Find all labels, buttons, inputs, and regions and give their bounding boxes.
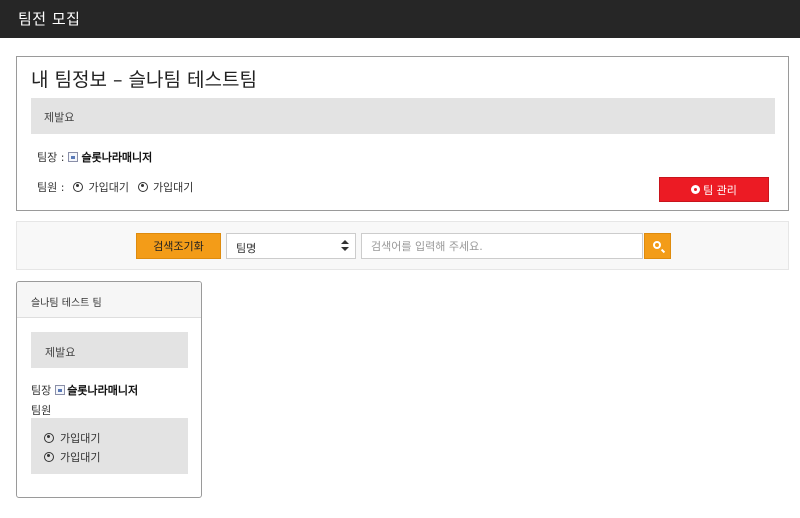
my-team-message: 제발요 <box>44 111 75 124</box>
leader-label: 팀장 : <box>37 151 65 164</box>
team-card-message-box: 제발요 <box>31 332 188 368</box>
team-card-members-box: 가입대기 가입대기 <box>31 418 188 474</box>
leader-image-icon <box>55 385 66 395</box>
leader-name[interactable]: 슬롯나라매니저 <box>81 149 152 165</box>
search-reset-button[interactable]: 검색조기화 <box>136 233 221 259</box>
team-card-leader-label: 팀장 <box>31 384 52 397</box>
leader-image-icon <box>68 152 79 162</box>
search-input[interactable] <box>361 233 643 259</box>
team-manage-label: 팀 관리 <box>703 183 737 197</box>
team-card-header: 슬나팀 테스트 팀 <box>17 282 201 318</box>
my-team-members-row: 팀원 : 가입대기 가입대기 <box>37 179 193 195</box>
member-status: 가입대기 <box>88 181 129 194</box>
search-type-select[interactable]: 팀명 <box>226 233 356 259</box>
team-card-members-label: 팀원 <box>31 404 52 417</box>
user-icon <box>44 452 54 462</box>
my-team-title: 내 팀정보 – 슬나팀 테스트팀 <box>31 69 257 91</box>
team-card-leader-row: 팀장 슬롯나라매니저 <box>31 382 138 398</box>
team-card-title: 슬나팀 테스트 팀 <box>31 298 102 309</box>
search-bar: 검색조기화 팀명 <box>16 221 789 270</box>
member-item: 가입대기 <box>129 179 193 195</box>
team-card-member: 가입대기 <box>44 430 100 446</box>
my-team-leader-row: 팀장 : 슬롯나라매니저 <box>37 149 152 165</box>
team-card-member-status: 가입대기 <box>60 432 101 445</box>
team-card-message: 제발요 <box>45 346 76 359</box>
my-team-message-box: 제발요 <box>31 98 775 134</box>
page-title: 팀전 모집 <box>18 10 81 28</box>
top-bar: 팀전 모집 <box>0 0 800 38</box>
gear-icon <box>691 185 701 194</box>
user-icon <box>44 433 54 443</box>
team-card[interactable]: 슬나팀 테스트 팀 제발요 팀장 슬롯나라매니저 팀원 가입대기 가입대기 <box>16 281 202 498</box>
team-card-member: 가입대기 <box>44 449 100 465</box>
members-label: 팀원 : <box>37 181 65 194</box>
member-item: 가입대기 <box>64 179 129 195</box>
search-button[interactable] <box>644 233 671 259</box>
team-card-leader-name[interactable]: 슬롯나라매니저 <box>67 382 138 398</box>
user-icon <box>73 182 84 192</box>
search-icon <box>653 241 661 249</box>
search-type-value: 팀명 <box>236 242 257 255</box>
member-status: 가입대기 <box>152 181 194 194</box>
select-arrows-icon <box>341 240 349 252</box>
my-team-panel: 내 팀정보 – 슬나팀 테스트팀 제발요 팀장 : 슬롯나라매니저 팀원 : 가… <box>16 56 789 211</box>
team-manage-button[interactable]: 팀 관리 <box>659 177 769 202</box>
user-icon <box>137 182 148 192</box>
team-card-member-status: 가입대기 <box>60 451 101 464</box>
